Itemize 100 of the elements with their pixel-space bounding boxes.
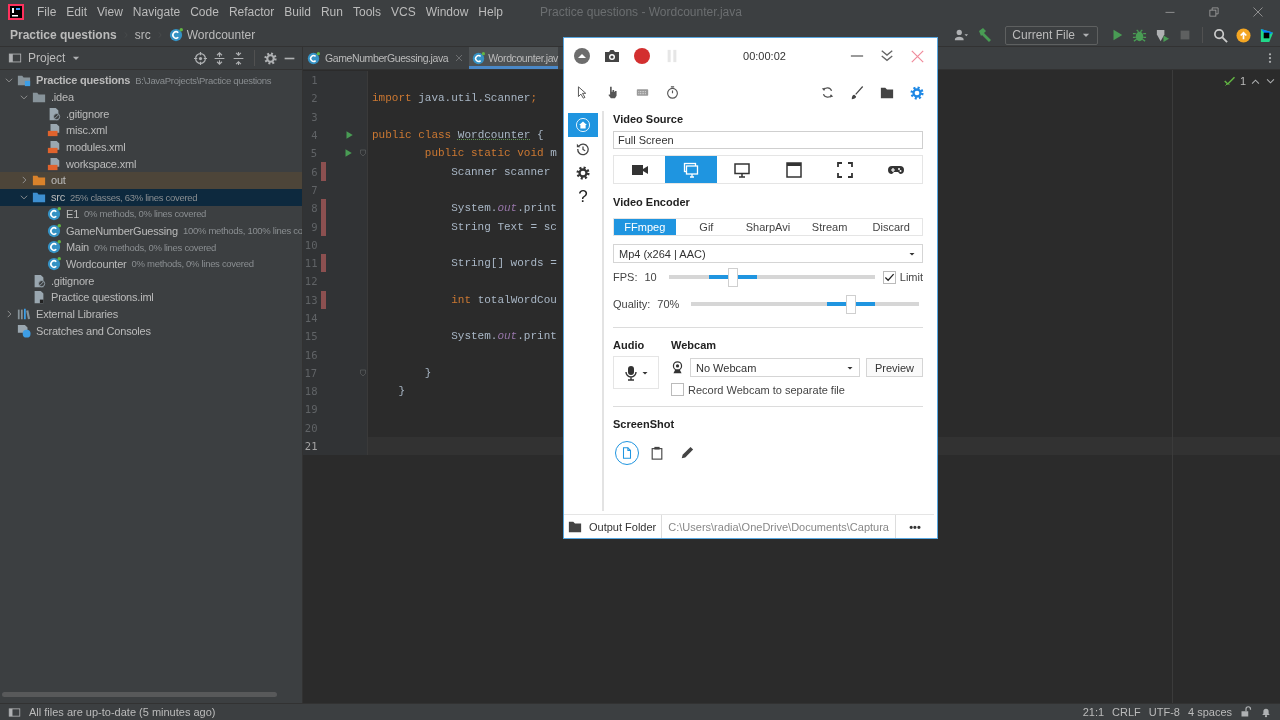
output-folder-button[interactable]: Output Folder	[564, 515, 663, 538]
tree-row[interactable]: Main 0% methods, 0% lines covered	[0, 238, 302, 256]
tree-item-note: 100% methods, 100% lines co	[182, 225, 302, 237]
tree-row[interactable]: .gitignore	[0, 105, 302, 123]
debug-icon[interactable]	[1132, 27, 1147, 43]
tree-row[interactable]: External Libraries	[0, 305, 302, 323]
expand-all-icon[interactable]	[213, 51, 226, 65]
menu-item[interactable]: Tools	[347, 5, 386, 19]
folder-icon	[32, 90, 46, 105]
tree-row[interactable]: .idea	[0, 88, 302, 106]
chevron-double-down-icon[interactable]	[880, 49, 894, 63]
tree-row[interactable]: Scratches and Consoles	[0, 322, 302, 339]
chevron-icon[interactable]	[4, 308, 14, 319]
notifications-icon[interactable]	[1260, 706, 1272, 718]
preview-button[interactable]: Preview	[865, 358, 923, 377]
help-button[interactable]: ?	[568, 185, 598, 209]
checkbox-label[interactable]: Record Webcam to separate file	[688, 383, 845, 396]
more-button[interactable]: •••	[895, 515, 934, 538]
menu-item[interactable]: Build	[279, 5, 316, 19]
user-icon[interactable]	[953, 28, 970, 42]
brush-icon[interactable]	[850, 85, 864, 100]
menu-item[interactable]: Help	[473, 5, 509, 19]
camera-icon[interactable]	[604, 48, 620, 64]
collapse-icon[interactable]	[574, 48, 590, 64]
locate-icon[interactable]	[194, 51, 207, 65]
source-field[interactable]: Full Screen	[613, 131, 923, 149]
stopwatch-icon[interactable]	[665, 86, 679, 99]
hammer-icon[interactable]	[977, 27, 994, 43]
toolbox-icon[interactable]	[1259, 27, 1274, 43]
tree-row[interactable]: modules.xml	[0, 138, 302, 156]
tool-windows-icon[interactable]	[8, 705, 21, 719]
tree-row[interactable]: Practice questions B:\JavaProjects\Practice questions	[0, 72, 302, 89]
menu-item[interactable]: View	[92, 5, 128, 19]
panel-title[interactable]: Project	[28, 51, 66, 65]
section-heading: Video Source	[613, 112, 685, 126]
checkbox-label[interactable]: Limit	[899, 271, 923, 283]
slider-thumb[interactable]	[727, 267, 738, 287]
menu-item[interactable]: Edit	[61, 5, 93, 19]
menu-item[interactable]: Window	[420, 5, 474, 19]
settings-icon[interactable]	[910, 85, 924, 100]
tree-row[interactable]: out	[0, 172, 302, 189]
breadcrumb[interactable]: src	[134, 28, 151, 42]
coverage-icon[interactable]	[1155, 27, 1170, 43]
class-icon	[307, 51, 320, 65]
tree-item-note: B:\JavaProjects\Practice questions	[135, 74, 272, 86]
menu-item[interactable]: File	[32, 5, 62, 19]
tree-row[interactable]: E1 0% methods, 0% lines covered	[0, 205, 302, 223]
tree-row[interactable]: .gitignore	[0, 272, 302, 289]
library-icon	[17, 306, 31, 321]
encoder-tab[interactable]: Gif	[675, 219, 738, 235]
menu-item[interactable]: Run	[315, 5, 348, 19]
menu-item[interactable]: Navigate	[127, 5, 186, 19]
menu-item[interactable]: Code	[185, 5, 224, 19]
checkbox[interactable]	[671, 383, 684, 396]
status-item[interactable]: CRLF	[1112, 706, 1141, 718]
output-path-field[interactable]: C:\Users\radia\OneDrive\Documents\Captura	[662, 515, 896, 538]
record-icon[interactable]	[634, 48, 650, 64]
run-icon[interactable]	[343, 148, 353, 159]
microphone-button[interactable]	[613, 356, 659, 389]
status-item[interactable]: UTF-8	[1148, 706, 1180, 718]
inspection-check-icon[interactable]	[1223, 75, 1236, 87]
editor-tab[interactable]: Wordcounter.jav	[469, 47, 558, 69]
run-configuration-dropdown[interactable]: Current File	[1005, 25, 1098, 45]
menu-item[interactable]: VCS	[385, 5, 421, 19]
keyboard-icon[interactable]	[635, 86, 649, 99]
webcam-dropdown[interactable]: No Webcam	[690, 358, 860, 377]
breadcrumb[interactable]: Practice questions	[10, 28, 117, 42]
encoder-tab[interactable]: Discard	[860, 219, 922, 235]
cursor-icon[interactable]	[575, 86, 589, 99]
inspection-count[interactable]: 1	[1239, 75, 1246, 87]
menu-item[interactable]: Refactor	[223, 5, 280, 19]
scrollbar[interactable]	[2, 692, 277, 697]
collapse-all-icon[interactable]	[232, 51, 245, 65]
tree-row[interactable]: workspace.xml	[0, 155, 302, 173]
tree-item-label: .idea	[51, 91, 74, 104]
tree-row[interactable]: misc.xml	[0, 122, 302, 139]
encoder-tab[interactable]: SharpAvi	[737, 219, 799, 235]
source-selector[interactable]	[613, 155, 923, 184]
encoder-tab[interactable]: Stream	[798, 219, 861, 235]
update-icon[interactable]	[1236, 27, 1251, 43]
tree-row[interactable]: Wordcounter 0% methods, 0% lines covered	[0, 255, 302, 273]
tree-row[interactable]: GameNumberGuessing 100% methods, 100% lines co	[0, 222, 302, 239]
tree-row[interactable]: Practice questions.iml	[0, 288, 302, 306]
chevron-icon[interactable]	[19, 175, 29, 186]
format-dropdown[interactable]: Mp4 (x264 | AAC)	[613, 244, 923, 263]
tree-item-label: Practice questions.iml	[51, 291, 154, 304]
search-icon[interactable]	[1213, 27, 1228, 43]
status-item[interactable]: 4 spaces	[1187, 706, 1232, 718]
slider-thumb[interactable]	[845, 294, 856, 314]
refresh-icon[interactable]	[820, 86, 834, 99]
file-icon	[32, 290, 46, 305]
checkbox[interactable]	[882, 270, 896, 284]
status-item[interactable]: 21:1	[1082, 706, 1105, 718]
lock-icon[interactable]	[1240, 706, 1252, 718]
editor-tab[interactable]: GameNumberGuessing.java	[303, 47, 470, 69]
settings-icon[interactable]	[264, 51, 277, 65]
encoder-tab[interactable]: FFmpeg	[614, 219, 676, 235]
breadcrumb[interactable]: Wordcounter	[168, 28, 256, 42]
folder-icon[interactable]	[880, 85, 894, 100]
class-icon	[47, 223, 61, 238]
